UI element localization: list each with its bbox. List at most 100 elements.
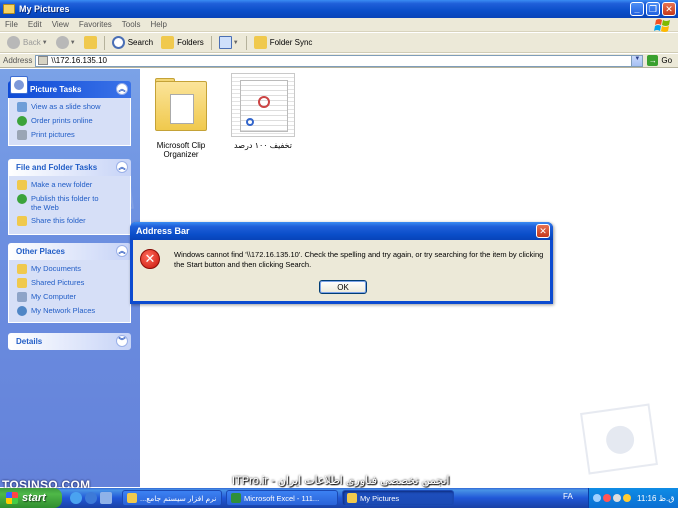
quick-launch [70,492,112,504]
up-button[interactable] [80,34,101,52]
address-bar: Address \\172.16.135.10 ▼ → Go [0,54,678,68]
picture-tasks-icon [10,76,28,94]
order-prints-link[interactable]: Order prints online [17,116,126,126]
folder-thumbnail [149,73,213,137]
excel-icon [231,493,241,503]
image-thumbnail [231,73,295,137]
taskbar-button-my-pictures[interactable]: My Pictures [342,490,454,506]
details-header[interactable]: Details ︾ [8,333,131,350]
folder-sync-button[interactable]: Folder Sync [250,34,317,52]
taskbar-button-excel[interactable]: Microsoft Excel - 111... [226,490,338,506]
folders-label: Folders [177,38,204,47]
collapse-chevron-icon[interactable]: ︽ [116,161,128,173]
toolbar-separator [245,35,247,50]
menu-edit[interactable]: Edit [23,20,47,29]
ok-button[interactable]: OK [319,280,367,294]
task-pane: Picture Tasks ︽ View as a slide show Ord… [0,69,140,487]
back-button[interactable]: Back ▼ [3,34,52,52]
stamp-icon [246,118,254,126]
antivirus-icon[interactable] [623,494,631,502]
expand-chevron-icon[interactable]: ︾ [116,335,128,347]
volume-icon[interactable] [613,494,621,502]
watermark-icon [580,403,658,475]
window-titlebar[interactable]: My Pictures _ ❐ ✕ [0,0,678,18]
system-tray: 11:16 ق.ظ [588,488,678,508]
shared-pictures-link[interactable]: Shared Pictures [17,278,126,288]
error-icon: ✕ [140,249,160,269]
taskbar: start نرم افزار سیستم جامع... Microsoft … [0,488,678,508]
address-dropdown-button[interactable]: ▼ [631,55,643,66]
forward-arrow-icon [55,36,69,49]
collapse-chevron-icon[interactable]: ︽ [116,245,128,257]
toolbar-separator [210,35,212,50]
share-folder-link[interactable]: Share this folder [17,216,126,226]
printer-icon [17,130,27,140]
other-places-header[interactable]: Other Places ︽ [8,243,131,260]
close-button[interactable]: ✕ [662,2,676,16]
show-desktop-icon[interactable] [100,492,112,504]
go-label: Go [661,56,673,65]
go-button[interactable]: → Go [647,55,672,66]
media-player-icon[interactable] [85,492,97,504]
file-folder-tasks-body: Make a new folder Publish this folder to… [8,176,131,235]
security-icon[interactable] [603,494,611,502]
my-documents-link[interactable]: My Documents [17,264,126,274]
dialog-titlebar[interactable]: Address Bar ✕ [130,222,553,240]
folder-icon [155,81,207,131]
search-label: Search [127,38,154,47]
views-button[interactable]: ▼ [215,34,243,52]
shared-pictures-icon [17,278,27,288]
collapse-chevron-icon[interactable]: ︽ [116,83,128,95]
print-pictures-link[interactable]: Print pictures [17,130,126,140]
start-button[interactable]: start [0,488,62,508]
menu-help[interactable]: Help [145,20,171,29]
chevron-down-icon: ▼ [232,39,239,46]
address-input[interactable]: \\172.16.135.10 ▼ [35,54,644,67]
other-places-body: My Documents Shared Pictures My Computer… [8,260,131,323]
search-button[interactable]: Search [108,34,157,52]
menu-file[interactable]: File [0,20,23,29]
dialog-close-button[interactable]: ✕ [536,224,550,238]
toolbar: Back ▼ ▼ Search Folders ▼ Folder Sync [0,33,678,53]
share-folder-icon [17,216,27,226]
windows-logo-icon [6,492,18,504]
network-icon [17,306,27,316]
new-folder-icon [17,180,27,190]
maximize-button[interactable]: ❐ [646,2,660,16]
folder-sync-label: Folder Sync [269,38,313,47]
window-controls: _ ❐ ✕ [630,2,676,16]
menu-view[interactable]: View [47,20,74,29]
address-value: \\172.16.135.10 [51,56,107,65]
windows-logo-icon [654,19,670,32]
chevron-down-icon: ▼ [69,39,76,46]
picture-tasks-panel: Picture Tasks ︽ View as a slide show Ord… [8,76,131,146]
error-dialog: Address Bar ✕ ✕ Windows cannot find '\\1… [130,222,553,304]
minimize-button[interactable]: _ [630,2,644,16]
internet-explorer-icon[interactable] [70,492,82,504]
file-folder-tasks-header[interactable]: File and Folder Tasks ︽ [8,159,131,176]
folders-button[interactable]: Folders [157,34,208,52]
my-network-places-link[interactable]: My Network Places [17,306,126,316]
my-computer-link[interactable]: My Computer [17,292,126,302]
picture-tasks-header[interactable]: Picture Tasks ︽ [8,76,131,98]
file-item-clip-organizer[interactable]: Microsoft Clip Organizer [140,73,222,159]
file-name: Microsoft Clip Organizer [156,141,206,159]
clock: 11:16 ق.ظ [637,493,675,503]
slide-show-link[interactable]: View as a slide show [17,102,126,112]
window-title: My Pictures [19,4,70,14]
slideshow-icon [17,102,27,112]
new-folder-link[interactable]: Make a new folder [17,180,126,190]
taskbar-button-app[interactable]: نرم افزار سیستم جامع... [122,490,222,506]
forward-button[interactable]: ▼ [52,34,80,52]
globe-icon [17,116,27,126]
dialog-message: Windows cannot find '\\172.16.135.10'. C… [174,250,544,269]
menu-tools[interactable]: Tools [117,20,146,29]
file-item-image[interactable]: تخفیف ۱۰۰ درصد [222,73,304,150]
network-icon[interactable] [593,494,601,502]
language-indicator[interactable]: FA [563,492,573,501]
stamp-icon [258,96,270,108]
menu-favorites[interactable]: Favorites [74,20,117,29]
file-folder-tasks-title: File and Folder Tasks [16,163,98,172]
publish-web-link[interactable]: Publish this folder to the Web [17,194,126,212]
views-icon [218,36,232,49]
